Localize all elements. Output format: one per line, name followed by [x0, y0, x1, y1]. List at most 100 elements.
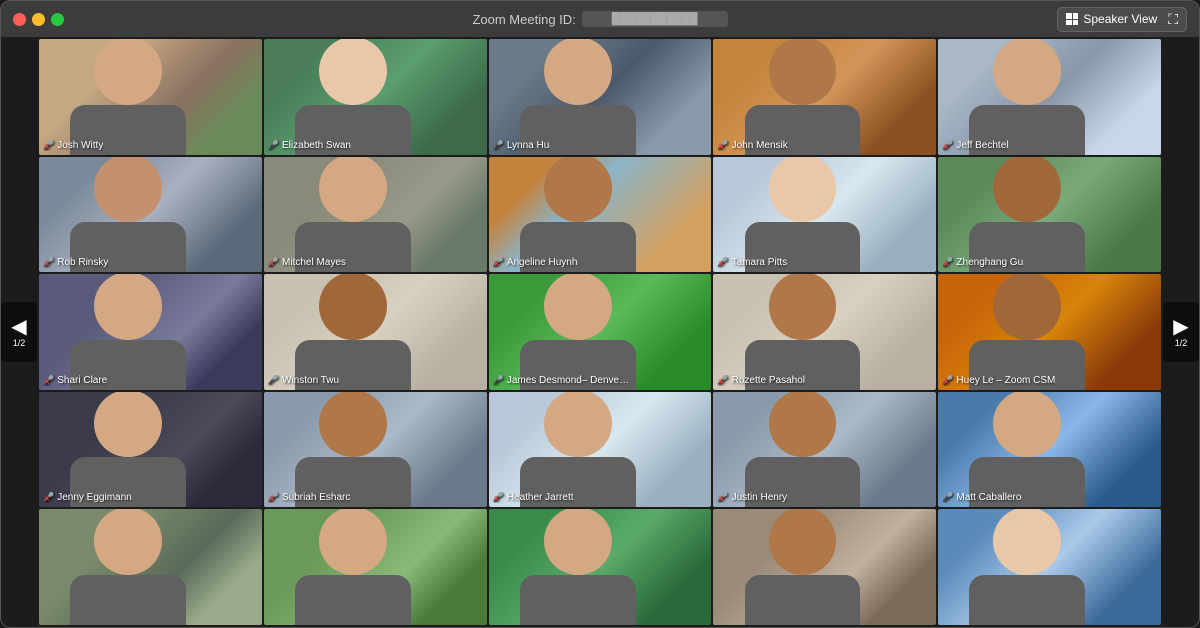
- avatar-mitchel-mayes: [264, 157, 442, 273]
- avatar-head: [94, 392, 162, 458]
- mic-icon-john-mensik: 🎤✕: [717, 140, 728, 151]
- video-cell-matt-caballero[interactable]: 🎤Matt Caballero: [938, 392, 1161, 508]
- video-cell-shari-clare[interactable]: 🎤✕Shari Clare: [39, 274, 262, 390]
- participant-name-heather-jarrett: 🎤✕Heather Jarrett: [493, 492, 574, 503]
- avatar-head: [769, 274, 837, 340]
- video-cell-mitchel-mayes[interactable]: 🎤✕Mitchel Mayes: [264, 157, 487, 273]
- avatar-jenny-eggimann: [39, 392, 217, 508]
- avatar-head: [993, 157, 1061, 223]
- avatar-head: [319, 39, 387, 105]
- avatar-partial-5: [938, 509, 1116, 625]
- mic-icon-winston-twu: 🎤: [268, 375, 279, 386]
- mic-icon-mitchel-mayes: 🎤✕: [268, 257, 279, 268]
- meeting-id: ███████████: [582, 11, 728, 27]
- avatar-john-mensik: [713, 39, 891, 155]
- avatar-head: [94, 157, 162, 223]
- avatar-justin-henry: [713, 392, 891, 508]
- avatar-body: [295, 575, 411, 625]
- participant-name-rob-rinsky: 🎤✕Rob Rinsky: [43, 257, 108, 268]
- video-cell-rozette-pasahol[interactable]: 🎤✕Rozette Pasahol: [713, 274, 936, 390]
- avatar-head: [769, 157, 837, 223]
- video-cell-rob-rinsky[interactable]: 🎤✕Rob Rinsky: [39, 157, 262, 273]
- participant-name-elizabeth-swan: 🎤Elizabeth Swan: [268, 140, 351, 151]
- avatar-winston-twu: [264, 274, 442, 390]
- avatar-head: [319, 392, 387, 458]
- video-cell-jenny-eggimann[interactable]: 🎤✕Jenny Eggimann: [39, 392, 262, 508]
- mic-icon-justin-henry: 🎤✕: [717, 492, 728, 503]
- title-label: Zoom Meeting ID:: [472, 12, 575, 27]
- fullscreen-button[interactable]: [51, 13, 64, 26]
- participant-name-matt-caballero: 🎤Matt Caballero: [942, 492, 1021, 503]
- avatar-head: [319, 157, 387, 223]
- video-cell-tamara-pitts[interactable]: 🎤✕Tamara Pitts: [713, 157, 936, 273]
- avatar-head: [993, 392, 1061, 458]
- participant-name-mitchel-mayes: 🎤✕Mitchel Mayes: [268, 257, 346, 268]
- avatar-head: [319, 509, 387, 575]
- prev-page-button[interactable]: ◀ 1/2: [1, 302, 37, 362]
- video-grid: 🎤✕Josh Witty 🎤Elizabeth Swan 🎤Lynna Hu🎤✕Jo…: [1, 37, 1199, 627]
- avatar-tamara-pitts: [713, 157, 891, 273]
- fullscreen-icon: ⛶: [1168, 11, 1178, 28]
- avatar-josh-witty: [39, 39, 217, 155]
- avatar-head: [993, 274, 1061, 340]
- avatar-lynna-hu: [489, 39, 667, 155]
- mic-icon-jeff-bechtel: 🎤✕: [942, 140, 953, 151]
- video-cell-josh-witty[interactable]: 🎤✕Josh Witty: [39, 39, 262, 155]
- mic-icon-rob-rinsky: 🎤✕: [43, 257, 54, 268]
- video-cell-john-mensik[interactable]: 🎤✕John Mensik: [713, 39, 936, 155]
- mic-icon-rozette-pasahol: 🎤✕: [717, 375, 728, 386]
- participant-name-shari-clare: 🎤✕Shari Clare: [43, 375, 107, 386]
- mic-icon-huey-le: 🎤✕: [942, 375, 953, 386]
- video-cell-partial-4[interactable]: [713, 509, 936, 625]
- avatar-zhenghang-gu: [938, 157, 1116, 273]
- video-cell-heather-jarrett[interactable]: 🎤✕Heather Jarrett: [489, 392, 712, 508]
- titlebar-text: Zoom Meeting ID: ███████████: [472, 11, 727, 27]
- participant-name-jenny-eggimann: 🎤✕Jenny Eggimann: [43, 492, 132, 503]
- video-cell-partial-5[interactable]: [938, 509, 1161, 625]
- close-button[interactable]: [13, 13, 26, 26]
- video-cell-subriah-esharc[interactable]: 🎤✕Subriah Esharc: [264, 392, 487, 508]
- video-cell-partial-1[interactable]: [39, 509, 262, 625]
- avatar-body: [969, 575, 1085, 625]
- video-cell-jeff-bechtel[interactable]: 🎤✕Jeff Bechtel: [938, 39, 1161, 155]
- mic-icon-james-desmond: 🎤: [493, 375, 504, 386]
- mic-icon-tamara-pitts: 🎤✕: [717, 257, 728, 268]
- avatar-head: [319, 274, 387, 340]
- traffic-lights: [13, 13, 64, 26]
- avatar-huey-le: [938, 274, 1116, 390]
- video-cell-lynna-hu[interactable]: 🎤Lynna Hu: [489, 39, 712, 155]
- video-cell-elizabeth-swan[interactable]: 🎤Elizabeth Swan: [264, 39, 487, 155]
- mic-icon-josh-witty: 🎤✕: [43, 140, 54, 151]
- video-cell-zhenghang-gu[interactable]: 🎤✕Zhenghang Gu: [938, 157, 1161, 273]
- avatar-head: [544, 274, 612, 340]
- mic-icon-shari-clare: 🎤✕: [43, 375, 54, 386]
- avatar-head: [94, 39, 162, 105]
- avatar-partial-3: [489, 509, 667, 625]
- avatar-partial-4: [713, 509, 891, 625]
- video-cell-winston-twu[interactable]: 🎤Winston Twu: [264, 274, 487, 390]
- left-page-label: 1/2: [13, 339, 26, 348]
- video-cell-angeline-huynh[interactable]: 🎤✕Angeline Huynh: [489, 157, 712, 273]
- participant-name-rozette-pasahol: 🎤✕Rozette Pasahol: [717, 375, 805, 386]
- participant-name-zhenghang-gu: 🎤✕Zhenghang Gu: [942, 257, 1023, 268]
- avatar-rob-rinsky: [39, 157, 217, 273]
- avatar-matt-caballero: [938, 392, 1116, 508]
- mic-icon-subriah-esharc: 🎤✕: [268, 492, 279, 503]
- participant-name-angeline-huynh: 🎤✕Angeline Huynh: [493, 257, 578, 268]
- video-cell-james-desmond[interactable]: 🎤James Desmond– Denve…: [489, 274, 712, 390]
- avatar-shari-clare: [39, 274, 217, 390]
- participant-name-winston-twu: 🎤Winston Twu: [268, 375, 339, 386]
- mic-icon-elizabeth-swan: 🎤: [268, 140, 279, 151]
- avatar-subriah-esharc: [264, 392, 442, 508]
- avatar-body: [70, 575, 186, 625]
- participant-name-james-desmond: 🎤James Desmond– Denve…: [493, 375, 630, 386]
- video-cell-justin-henry[interactable]: 🎤✕Justin Henry: [713, 392, 936, 508]
- speaker-view-button[interactable]: Speaker View ⛶: [1057, 7, 1187, 32]
- video-cell-partial-2[interactable]: [264, 509, 487, 625]
- avatar-partial-1: [39, 509, 217, 625]
- mic-icon-lynna-hu: 🎤: [493, 140, 504, 151]
- minimize-button[interactable]: [32, 13, 45, 26]
- next-page-button[interactable]: ▶ 1/2: [1163, 302, 1199, 362]
- video-cell-huey-le[interactable]: 🎤✕Huey Le – Zoom CSM: [938, 274, 1161, 390]
- video-cell-partial-3[interactable]: [489, 509, 712, 625]
